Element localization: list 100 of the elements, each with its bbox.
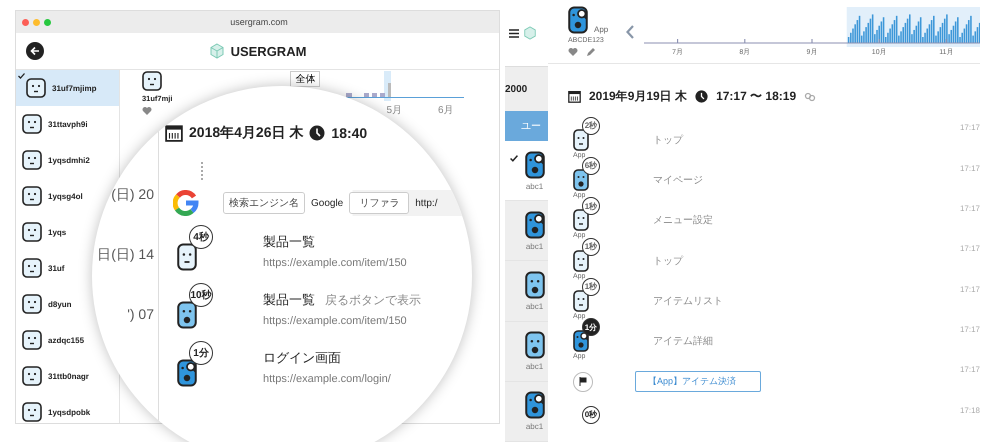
minimize-dot[interactable] (33, 18, 40, 26)
page-title: 製品一覧 (263, 234, 315, 249)
face-icon (573, 330, 589, 352)
user-list-item[interactable]: 1yqsdpobk (16, 394, 90, 423)
page-url: https://example.com/login/ (263, 373, 391, 385)
letter-g-icon (173, 190, 199, 216)
event-time: 17:17 (960, 365, 980, 374)
clock-icon (695, 90, 708, 104)
user-list-item[interactable]: 1yqsg4ol (16, 178, 83, 214)
session-time: 18:40 (331, 125, 368, 141)
user-list-item[interactable]: d8yun (16, 286, 72, 322)
duration-badge: 1秒 (582, 238, 600, 256)
scope-button[interactable]: 全体 (290, 71, 320, 87)
user-list-item[interactable]: azdqc155 (16, 322, 84, 358)
face-icon (177, 301, 197, 329)
user-list-item[interactable]: abc1 (505, 382, 548, 442)
page-url: https://example.com/item/150 (263, 257, 407, 269)
user-list-item[interactable]: 1yqsdmhi2 (16, 142, 90, 178)
page-title: トップ (653, 254, 683, 268)
heart-icon[interactable] (142, 106, 152, 115)
back-button[interactable] (26, 42, 44, 60)
check-icon (510, 155, 518, 162)
face-icon (22, 294, 42, 314)
face-icon (524, 150, 544, 179)
logo-text: USERGRAM (230, 44, 306, 58)
duration-badge: 10秒 (189, 283, 213, 307)
page-title: トップ (653, 134, 683, 147)
user-list-item[interactable]: 31ttavph9i (16, 106, 88, 142)
goal-label[interactable]: 【App】アイテム決済 (635, 371, 761, 392)
event-time: 17:17 (960, 325, 980, 334)
face-icon (26, 78, 46, 98)
calendar-icon (165, 124, 183, 142)
previous-icon[interactable] (626, 24, 634, 39)
face-icon (573, 290, 589, 312)
event-time: 17:17 (960, 164, 980, 173)
cube-logo-icon (523, 26, 537, 40)
face-icon (142, 71, 162, 91)
face-icon (524, 331, 544, 360)
event-time: 17:17 (960, 204, 980, 214)
calendar-icon (568, 90, 581, 104)
page-title: マイページ (653, 174, 703, 187)
user-list-item[interactable]: 1yqs (16, 214, 66, 250)
face-icon (22, 330, 42, 350)
face-icon (177, 359, 197, 387)
user-list-item[interactable]: abc1 (505, 261, 548, 322)
face-icon (22, 366, 42, 386)
page-title: ログイン画面 (263, 350, 341, 365)
user-list-item[interactable]: abc1 (505, 141, 548, 202)
page-title: 製品一覧 (263, 292, 315, 307)
duration-badge: 1秒 (582, 278, 600, 296)
activity-bar (372, 93, 378, 97)
page-title: メニュー設定 (653, 214, 713, 228)
user-list-item[interactable]: abc1 (505, 322, 548, 382)
duration-badge: 1秒 (582, 197, 600, 216)
duration-badge: 2秒 (582, 116, 600, 135)
zoom-dot[interactable] (44, 18, 51, 26)
session-date: 2019年9月19日 木 (589, 88, 688, 106)
face-icon (22, 258, 42, 278)
window-title: usergram.com (229, 17, 289, 27)
cube-logo-icon (208, 43, 225, 59)
activity-bar (364, 93, 370, 97)
flag-icon (573, 372, 593, 392)
month-label: 6月 (438, 104, 454, 117)
face-icon (524, 210, 544, 239)
month-label: 5月 (386, 104, 402, 117)
session-date: 2018年4月26日 木 (189, 124, 304, 142)
face-icon (22, 114, 42, 134)
event-time: 17:18 (960, 406, 980, 415)
face-icon (22, 402, 42, 422)
activity-bar (380, 93, 386, 97)
duration-badge: 4秒 (189, 225, 213, 249)
event-time: 17:17 (960, 244, 980, 254)
face-icon (573, 250, 589, 272)
face-icon (573, 128, 589, 151)
list-date-text: ') 07 (127, 306, 154, 322)
heart-icon[interactable] (568, 47, 578, 56)
page-title: アイテム詳細 (653, 334, 713, 348)
search-engine-label: 検索エンジン名 (223, 192, 305, 214)
user-list-item[interactable]: abc1 (505, 201, 548, 262)
face-icon (22, 222, 42, 242)
face-icon (573, 168, 589, 191)
pencil-icon[interactable] (586, 47, 596, 58)
duration-badge: 1分 (189, 341, 213, 365)
user-list-item[interactable]: 31ttb0nagr (16, 358, 89, 394)
list-date-text: 日(日) 14 (97, 246, 154, 264)
close-dot[interactable] (22, 18, 29, 26)
session-time: 17:17 〜 18:19 (716, 88, 796, 106)
user-list-item[interactable]: 31uf (16, 250, 64, 286)
clock-icon (309, 125, 326, 141)
check-icon (18, 73, 25, 79)
menu-icon[interactable] (509, 28, 519, 38)
user-list-item[interactable]: 31uf7mjimp (16, 70, 119, 106)
platform-label: App (594, 25, 608, 34)
referrer-label: リファラ (349, 192, 410, 214)
face-icon (22, 150, 42, 170)
face-icon (568, 6, 588, 34)
page-url: https://example.com/item/150 (263, 315, 408, 327)
face-icon (524, 391, 544, 420)
duration-badge: 6秒 (582, 156, 600, 175)
link-icon[interactable] (804, 92, 816, 102)
